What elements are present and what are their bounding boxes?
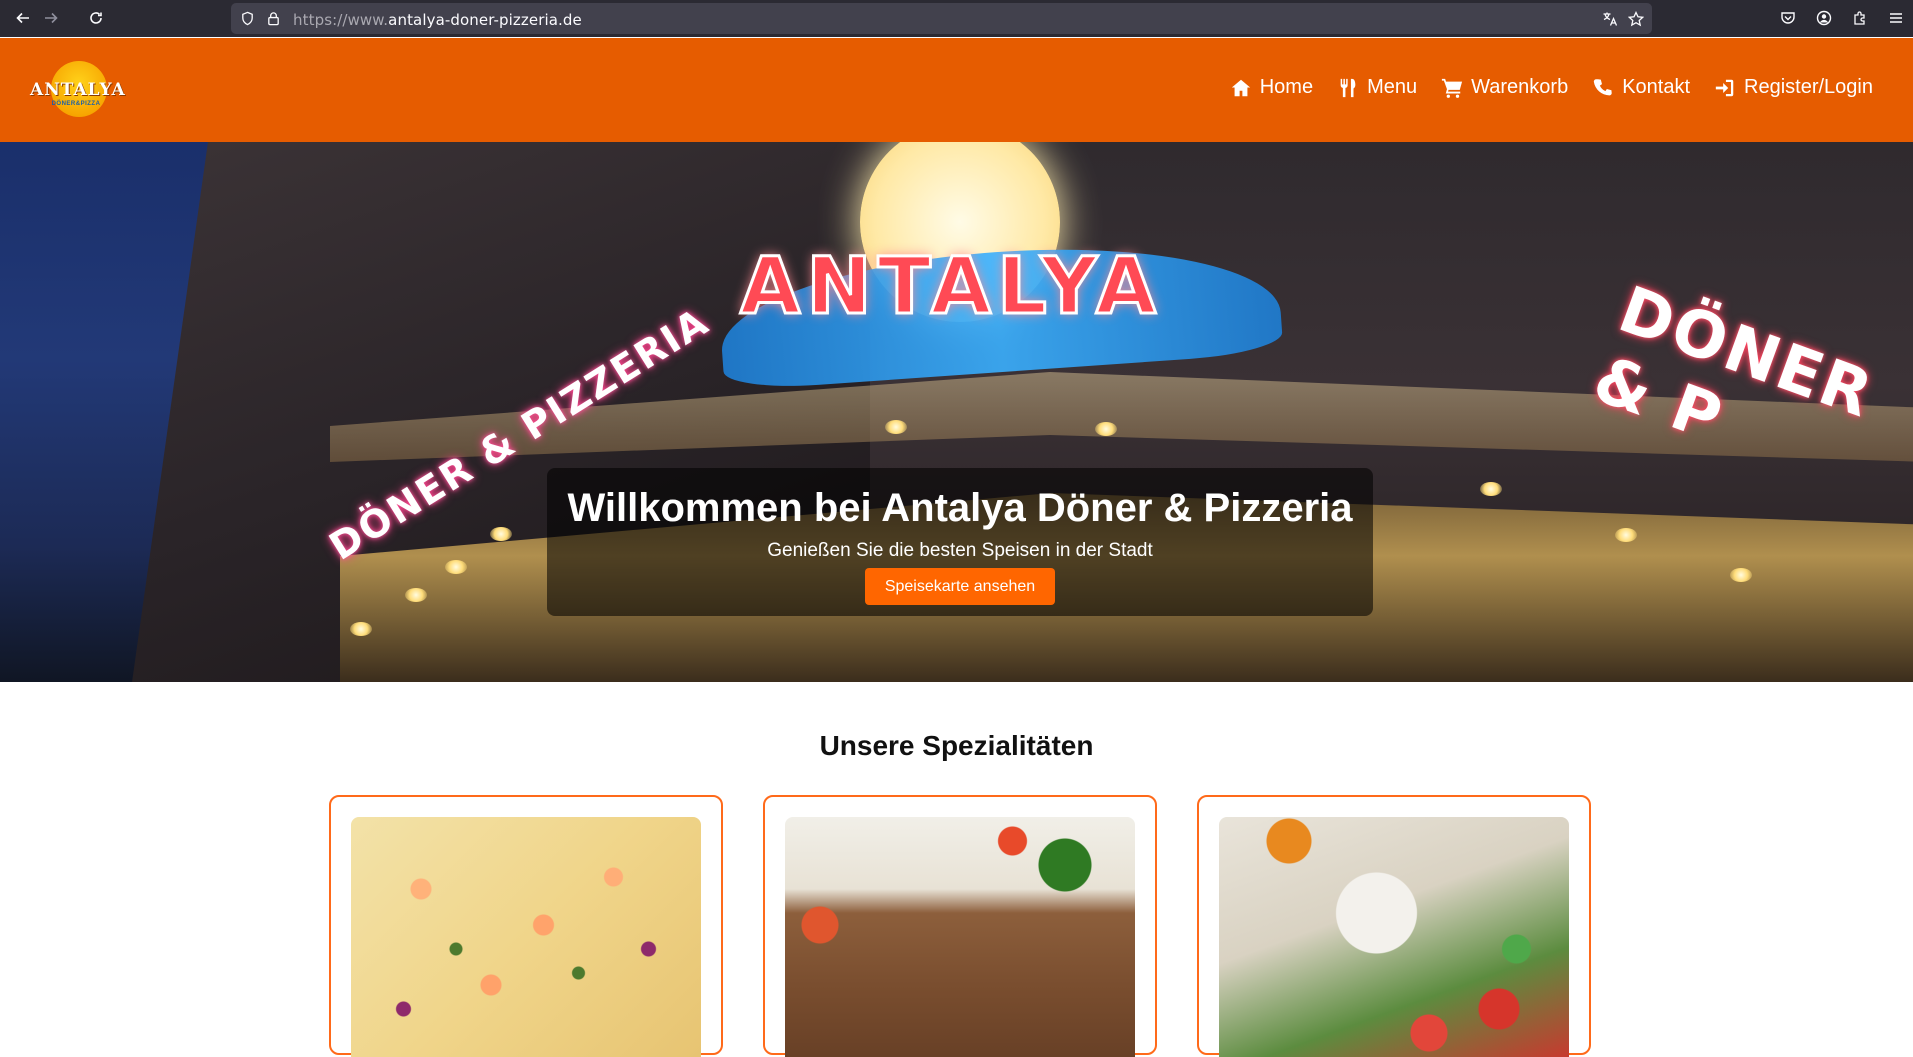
nav-menu-label: Menu bbox=[1367, 76, 1418, 98]
nav-menu[interactable]: Menu bbox=[1337, 76, 1417, 99]
hero-sign-main: ANTALYA bbox=[738, 241, 1163, 334]
url-domain: antalya-doner-pizzeria.de bbox=[388, 11, 582, 29]
url-bar[interactable]: https://www.antalya-doner-pizzeria.de bbox=[231, 3, 1652, 34]
pocket-icon[interactable] bbox=[1778, 8, 1798, 28]
hero-light bbox=[885, 420, 907, 434]
home-icon bbox=[1231, 79, 1250, 96]
url-text[interactable]: https://www.antalya-doner-pizzeria.de bbox=[293, 11, 582, 29]
forward-button[interactable] bbox=[40, 7, 62, 29]
nav-contact[interactable]: Kontakt bbox=[1592, 76, 1690, 99]
nav-login[interactable]: Register/Login bbox=[1714, 76, 1873, 99]
pizza-image[interactable] bbox=[351, 817, 701, 1057]
hamburger-menu-icon[interactable] bbox=[1886, 8, 1906, 28]
hero-light bbox=[1730, 568, 1752, 582]
shield-icon[interactable] bbox=[239, 10, 256, 27]
logo[interactable]: ANTALYA DÖNER&PIZZA bbox=[30, 58, 126, 122]
account-icon[interactable] bbox=[1814, 8, 1834, 28]
site-header: ANTALYA DÖNER&PIZZA Home Menu Warenkorb … bbox=[0, 38, 1913, 142]
hero-light bbox=[1615, 528, 1637, 542]
utensils-icon bbox=[1340, 78, 1356, 97]
nav-contact-label: Kontakt bbox=[1622, 76, 1691, 98]
hero-light bbox=[350, 622, 372, 636]
cart-icon bbox=[1442, 78, 1463, 98]
phone-icon bbox=[1594, 78, 1612, 95]
translate-icon[interactable] bbox=[1601, 10, 1618, 27]
hero-section: ANTALYA DÖNER & PIZZERIA DÖNER & P Willk… bbox=[0, 142, 1913, 682]
lock-icon[interactable] bbox=[265, 10, 282, 27]
hero-light bbox=[490, 527, 512, 541]
logo-subtitle: DÖNER&PIZZA bbox=[51, 101, 101, 107]
nav-cart-label: Warenkorb bbox=[1471, 76, 1569, 98]
view-menu-button[interactable]: Speisekarte ansehen bbox=[865, 568, 1055, 605]
reload-button[interactable] bbox=[85, 7, 107, 29]
back-arrow-icon bbox=[16, 12, 29, 24]
extensions-icon[interactable] bbox=[1850, 8, 1870, 28]
back-button[interactable] bbox=[12, 7, 34, 29]
nav-cart[interactable]: Warenkorb bbox=[1441, 76, 1568, 99]
nav-home-label: Home bbox=[1259, 76, 1314, 98]
browser-toolbar: https://www.antalya-doner-pizzeria.de bbox=[0, 0, 1913, 37]
forward-arrow-icon bbox=[45, 12, 58, 24]
specialty-card-salad[interactable] bbox=[1197, 795, 1591, 1057]
hero-light bbox=[1095, 422, 1117, 436]
hero-light bbox=[445, 560, 467, 574]
bookmark-star-icon[interactable] bbox=[1627, 10, 1644, 27]
doner-image[interactable] bbox=[785, 817, 1135, 1057]
specialty-card-pizza[interactable] bbox=[329, 795, 723, 1057]
reload-icon bbox=[90, 12, 102, 24]
specialties-title: Unsere Spezialitäten bbox=[819, 730, 1094, 761]
main-navigation: Home Menu Warenkorb Kontakt Register/Log… bbox=[1230, 76, 1873, 99]
specialty-card-doner[interactable] bbox=[763, 795, 1157, 1057]
hero-subtitle: Genießen Sie die besten Speisen in der S… bbox=[767, 540, 1153, 561]
nav-login-label: Register/Login bbox=[1744, 76, 1873, 98]
url-prefix: https://www. bbox=[293, 11, 389, 29]
hero-title: Willkommen bei Antalya Döner & Pizzeria bbox=[567, 486, 1353, 530]
login-icon bbox=[1715, 79, 1734, 96]
salad-image[interactable] bbox=[1219, 817, 1569, 1057]
logo-name: ANTALYA bbox=[30, 80, 126, 100]
hero-light bbox=[1480, 482, 1502, 496]
nav-home[interactable]: Home bbox=[1230, 76, 1313, 99]
hero-overlay: Willkommen bei Antalya Döner & Pizzeria … bbox=[547, 468, 1373, 616]
hero-light bbox=[405, 588, 427, 602]
